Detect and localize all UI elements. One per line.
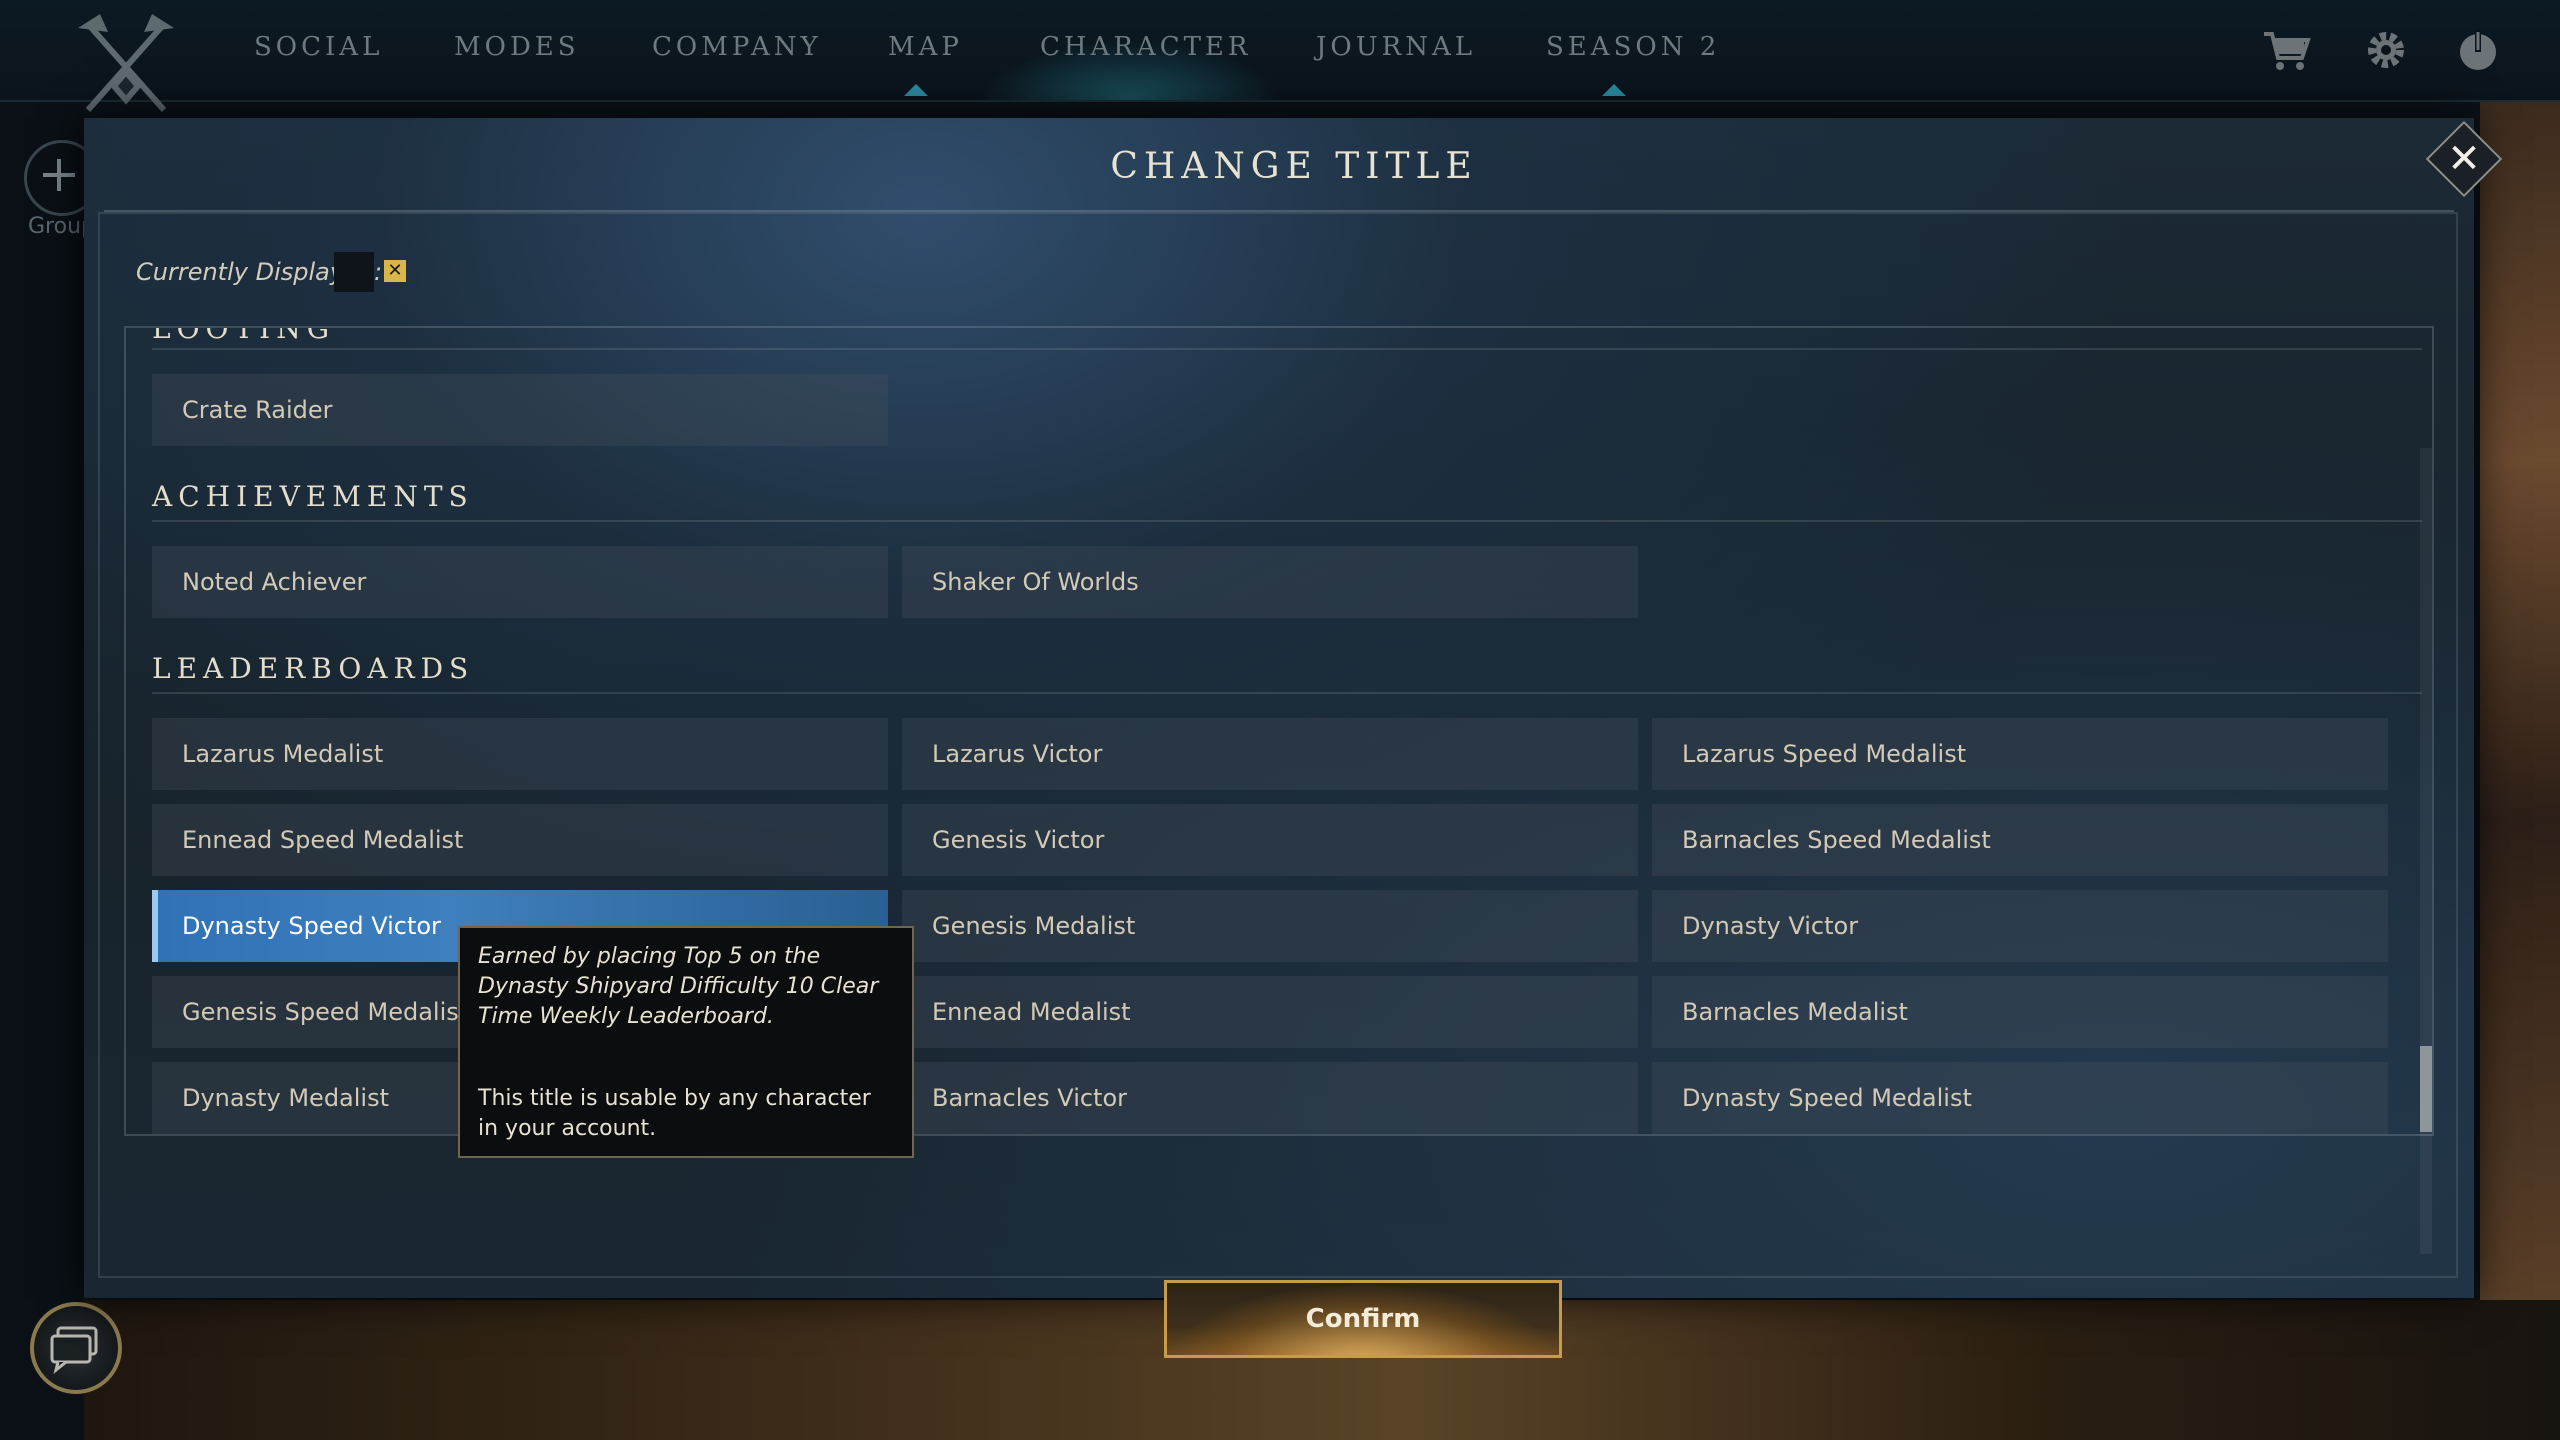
currently-displayed-value xyxy=(334,252,374,292)
tooltip-description: Earned by placing Top 5 on the Dynasty S… xyxy=(478,944,879,1029)
change-title-modal: CHANGE TITLE ✕ Currently Displayed: ✕ LO… xyxy=(84,118,2503,1358)
title-item[interactable]: Lazarus Speed Medalist xyxy=(1652,718,2388,790)
gear-icon[interactable] xyxy=(2360,24,2412,76)
title-item[interactable]: Genesis Medalist xyxy=(902,890,1638,962)
chat-button[interactable] xyxy=(30,1302,122,1394)
nav-character[interactable]: CHARACTER xyxy=(1040,32,1252,72)
nav-season[interactable]: SEASON 2 xyxy=(1546,32,1720,72)
list-scrollbar-track[interactable] xyxy=(2420,448,2432,1254)
nav-modes[interactable]: MODES xyxy=(454,32,580,72)
title-item-shaker-of-worlds[interactable]: Shaker Of Worlds xyxy=(902,546,1638,618)
crossed-axes-logo-icon[interactable] xyxy=(78,14,174,114)
title-tooltip: Earned by placing Top 5 on the Dynasty S… xyxy=(458,926,914,1158)
title-item[interactable]: Ennead Speed Medalist xyxy=(152,804,888,876)
section-title-leaderboards: LEADERBOARDS xyxy=(152,652,475,685)
title-item[interactable]: Dynasty Victor xyxy=(1652,890,2388,962)
section-rule xyxy=(152,520,2422,522)
title-item[interactable]: Barnacles Victor xyxy=(902,1062,1638,1134)
title-item[interactable]: Barnacles Medalist xyxy=(1652,976,2388,1048)
title-item-crate-raider[interactable]: Crate Raider xyxy=(152,374,888,446)
title-item[interactable]: Lazarus Medalist xyxy=(152,718,888,790)
title-item[interactable]: Ennead Medalist xyxy=(902,976,1638,1048)
title-item[interactable]: Genesis Victor xyxy=(902,804,1638,876)
chat-bubbles-icon xyxy=(50,1326,98,1374)
title-divider xyxy=(104,210,2454,212)
power-icon[interactable] xyxy=(2452,24,2504,76)
nav-season-indicator xyxy=(1602,84,1626,96)
left-rail xyxy=(0,100,84,1440)
section-rule xyxy=(152,692,2422,694)
close-icon[interactable]: ✕ xyxy=(2437,132,2491,186)
title-item-noted-achiever[interactable]: Noted Achiever xyxy=(152,546,888,618)
cart-icon[interactable] xyxy=(2260,24,2312,76)
plus-icon xyxy=(43,159,75,191)
title-item[interactable]: Barnacles Speed Medalist xyxy=(1652,804,2388,876)
section-title-looting: LOOTING xyxy=(152,326,336,345)
title-item[interactable]: Lazarus Victor xyxy=(902,718,1638,790)
nav-social[interactable]: SOCIAL xyxy=(254,32,383,72)
section-title-achievements: ACHIEVEMENTS xyxy=(152,480,474,513)
list-scrollbar-thumb[interactable] xyxy=(2420,1046,2432,1132)
background-scenery-right xyxy=(2480,100,2560,1300)
clear-title-icon[interactable]: ✕ xyxy=(384,260,406,282)
nav-company[interactable]: COMPANY xyxy=(652,32,822,72)
modal-title: CHANGE TITLE xyxy=(1110,146,1478,187)
confirm-button[interactable]: Confirm xyxy=(1164,1280,1562,1358)
nav-map[interactable]: MAP xyxy=(888,32,963,72)
top-nav: SOCIAL MODES COMPANY MAP CHARACTER JOURN… xyxy=(0,0,2560,112)
section-rule xyxy=(152,348,2422,350)
nav-journal[interactable]: JOURNAL xyxy=(1316,32,1476,72)
nav-map-indicator xyxy=(904,84,928,96)
tooltip-note: This title is usable by any character in… xyxy=(478,1086,871,1141)
title-item[interactable]: Dynasty Speed Medalist xyxy=(1652,1062,2388,1134)
